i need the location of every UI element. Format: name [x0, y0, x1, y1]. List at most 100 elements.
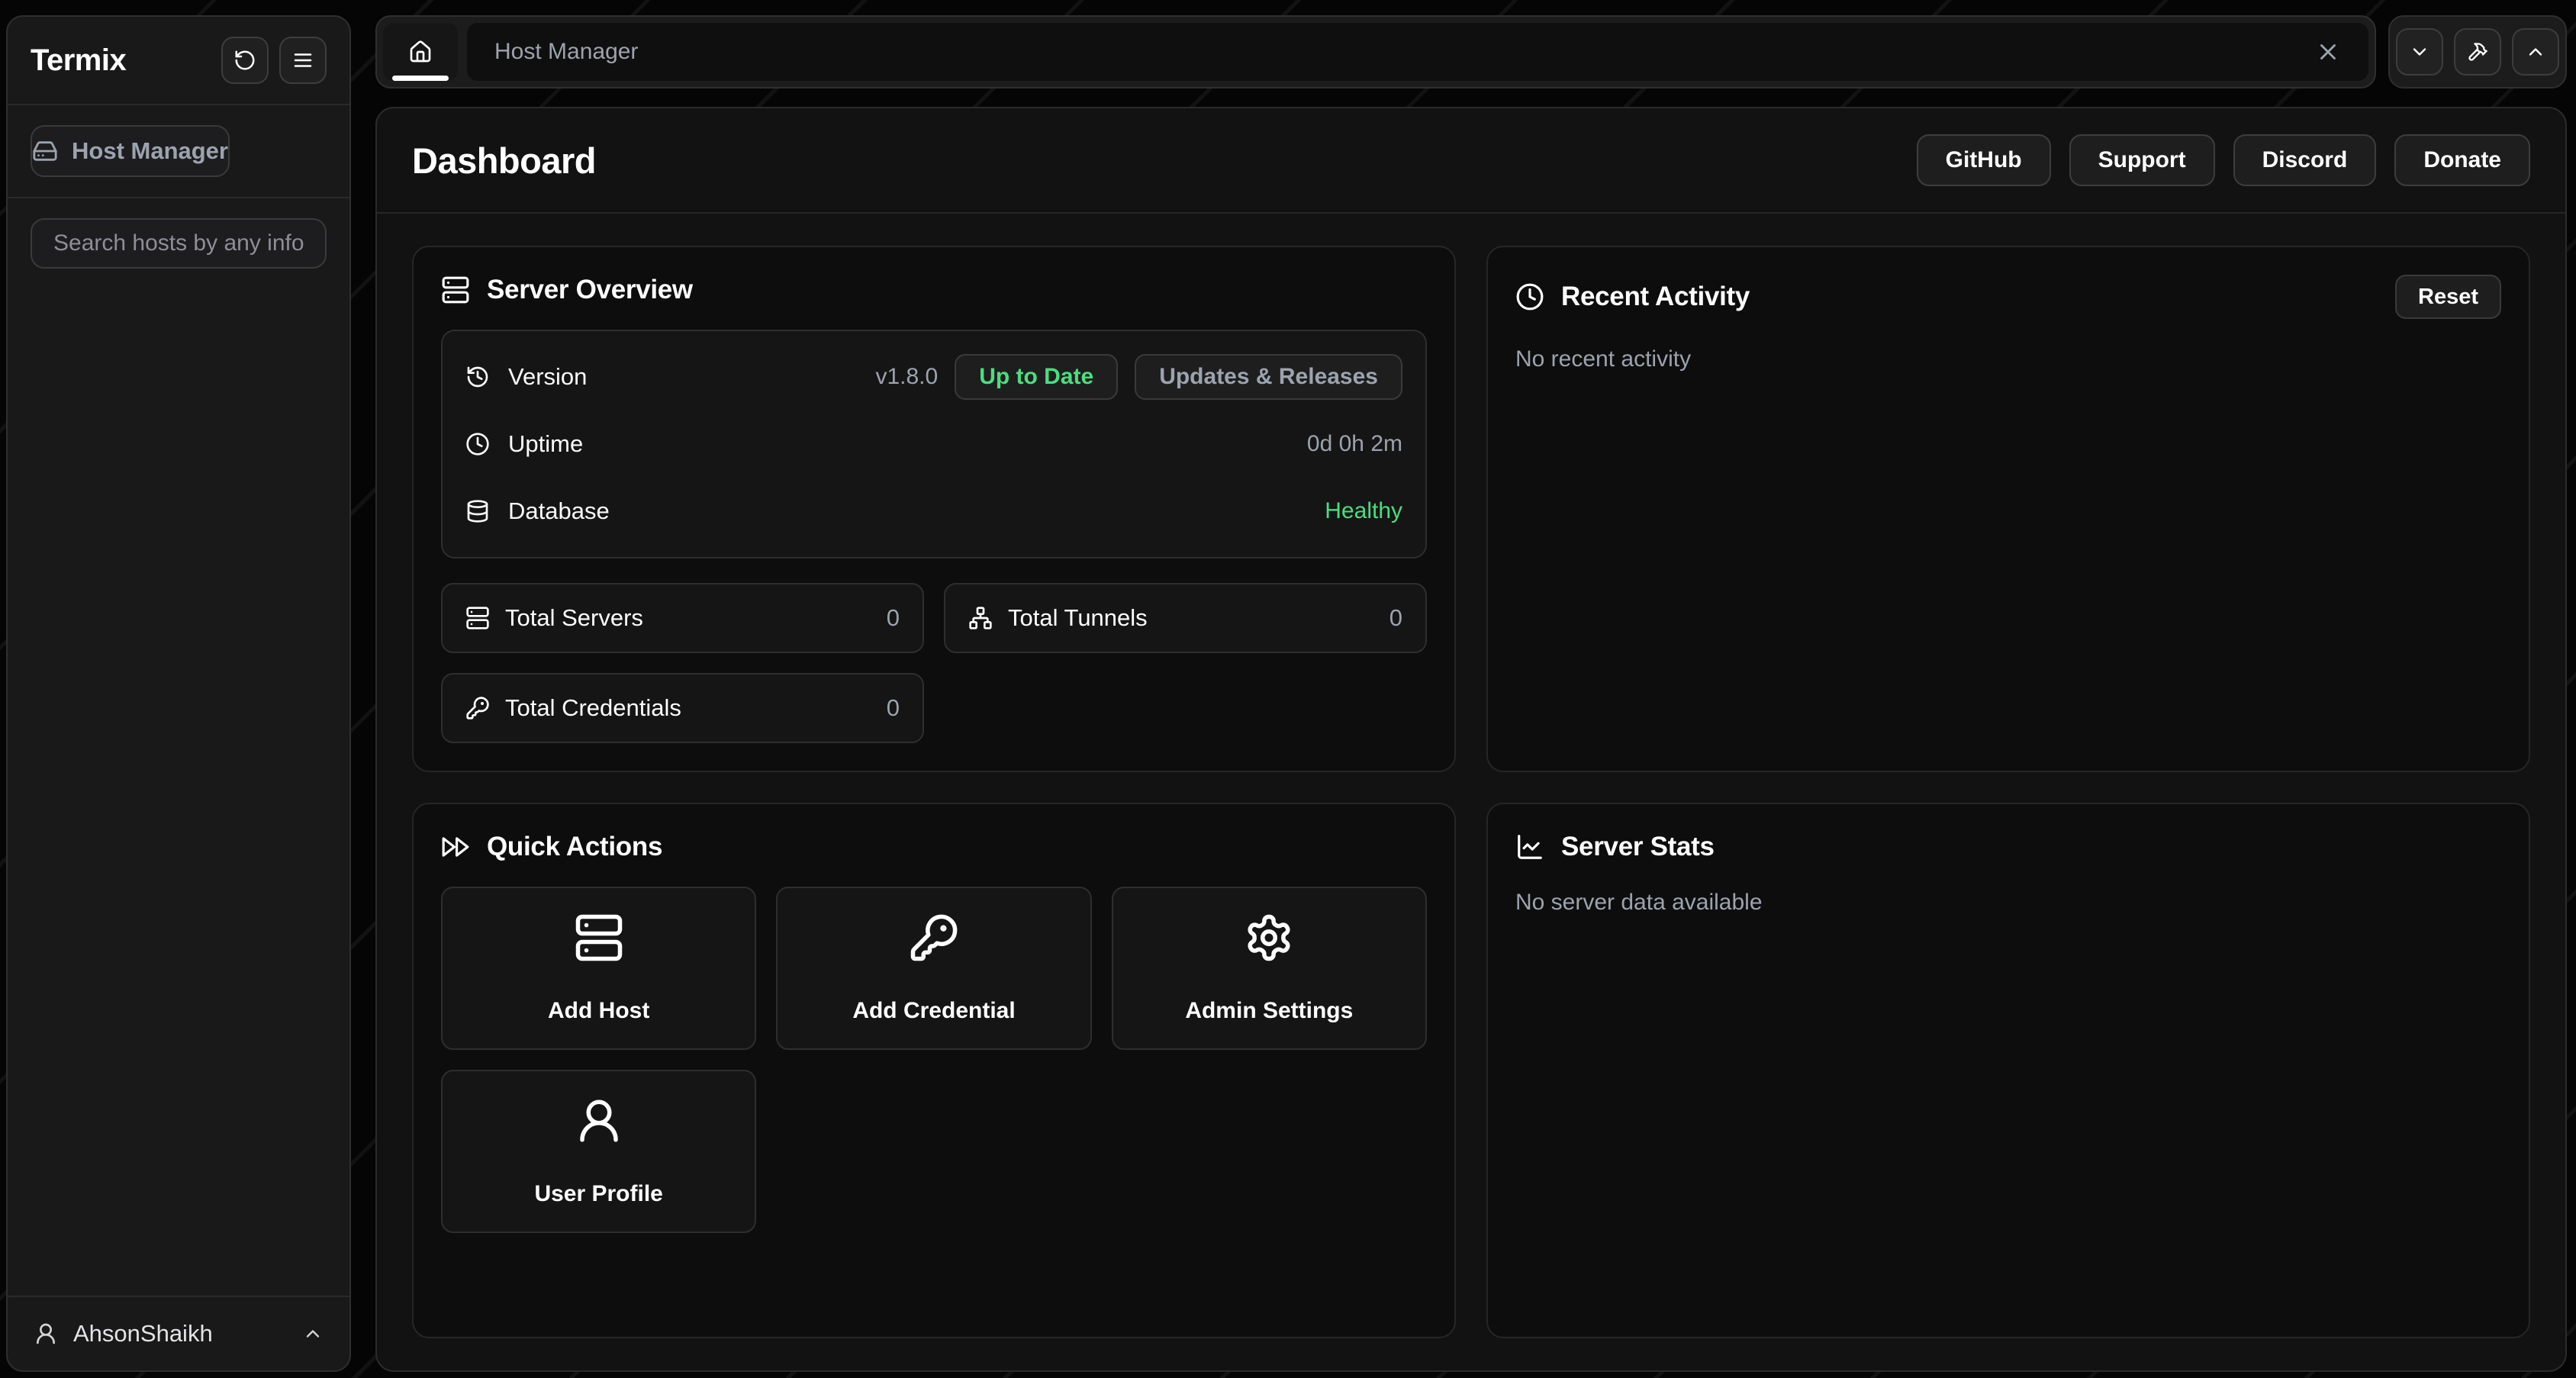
chevron-down-icon	[2409, 41, 2430, 63]
updates-releases-button[interactable]: Updates & Releases	[1135, 354, 1402, 400]
tab-label: Host Manager	[494, 39, 638, 65]
add-host-label: Add Host	[548, 998, 649, 1024]
close-icon[interactable]	[2315, 39, 2341, 65]
dashboard-header: Dashboard GitHub Support Discord Donate	[377, 108, 2565, 214]
total-servers-value: 0	[887, 604, 900, 632]
menu-button[interactable]	[279, 37, 327, 84]
tab-host-manager[interactable]: Host Manager	[467, 23, 2368, 81]
discord-button[interactable]: Discord	[2233, 134, 2377, 186]
card-title: Server Stats	[1561, 832, 1715, 862]
user-icon	[34, 1322, 58, 1346]
key-icon	[465, 696, 490, 720]
user-icon	[574, 1096, 624, 1146]
refresh-button[interactable]	[221, 37, 269, 84]
reset-button[interactable]: Reset	[2395, 275, 2501, 319]
version-label: Version	[508, 363, 587, 391]
home-icon	[408, 40, 433, 64]
status-panel: Version v1.8.0 Up to Date Updates & Rele…	[441, 330, 1427, 559]
sidebar-item-host-manager[interactable]: Host Manager	[31, 125, 230, 177]
totals-grid: Total Servers 0 Total Tunnels 0 Total Cr…	[441, 583, 1427, 743]
chevron-up-icon	[302, 1323, 324, 1344]
donate-button[interactable]: Donate	[2394, 134, 2530, 186]
sidebar-item-label: Host Manager	[72, 137, 228, 165]
uptime-row: Uptime 0d 0h 2m	[465, 411, 1402, 478]
support-button[interactable]: Support	[2069, 134, 2215, 186]
server-icon	[574, 913, 624, 963]
recent-activity-empty-text: No recent activity	[1515, 346, 2501, 372]
total-servers-tile[interactable]: Total Servers 0	[441, 583, 924, 653]
database-right: Healthy	[1325, 498, 1402, 524]
admin-settings-tile[interactable]: Admin Settings	[1112, 887, 1427, 1050]
app-title: Termix	[31, 43, 126, 78]
uptime-right: 0d 0h 2m	[1307, 431, 1402, 457]
card-title: Quick Actions	[487, 832, 662, 862]
add-host-tile[interactable]: Add Host	[441, 887, 756, 1050]
quick-actions-grid: Add Host Add Credential Admin Settings	[441, 887, 1427, 1233]
clock-icon	[1515, 282, 1544, 311]
collapse-up-button[interactable]	[2512, 28, 2559, 76]
header-links: GitHub Support Discord Donate	[1917, 134, 2530, 186]
server-stats-header: Server Stats	[1515, 832, 2501, 862]
chevron-up-icon	[2525, 41, 2546, 63]
gear-icon	[1244, 913, 1294, 963]
card-title: Server Overview	[487, 275, 693, 305]
version-row: Version v1.8.0 Up to Date Updates & Rele…	[465, 343, 1402, 411]
uptime-label: Uptime	[508, 430, 583, 458]
user-profile-tile[interactable]: User Profile	[441, 1070, 756, 1233]
server-overview-header: Server Overview	[441, 275, 1427, 305]
window-controls	[2388, 15, 2567, 89]
history-icon	[465, 365, 490, 389]
dashboard-content: Server Overview Version v1.8.0 Up to Dat…	[377, 214, 2565, 1370]
clock-icon	[465, 432, 490, 456]
server-stats-empty-text: No server data available	[1515, 890, 2501, 916]
tools-button[interactable]	[2454, 28, 2501, 76]
main-panel: Dashboard GitHub Support Discord Donate …	[375, 107, 2567, 1372]
server-icon	[465, 606, 490, 630]
admin-settings-label: Admin Settings	[1185, 998, 1353, 1024]
version-value: v1.8.0	[875, 364, 938, 390]
add-credential-label: Add Credential	[852, 998, 1015, 1024]
recent-activity-header: Recent Activity Reset	[1515, 275, 2501, 319]
tab-home[interactable]	[383, 23, 458, 81]
sidebar-header-actions	[221, 37, 327, 84]
database-label: Database	[508, 497, 610, 525]
total-servers-label: Total Servers	[505, 604, 643, 632]
chart-line-icon	[1515, 832, 1544, 861]
user-profile-label: User Profile	[534, 1181, 662, 1207]
card-title: Recent Activity	[1561, 282, 1750, 312]
collapse-down-button[interactable]	[2396, 28, 2443, 76]
tab-bar: Host Manager	[375, 15, 2376, 89]
total-tunnels-label: Total Tunnels	[1008, 604, 1148, 632]
github-button[interactable]: GitHub	[1917, 134, 2051, 186]
total-credentials-label: Total Credentials	[505, 694, 681, 722]
hard-drive-icon	[32, 138, 58, 164]
menu-icon	[291, 49, 314, 72]
database-icon	[465, 499, 490, 523]
hammer-icon	[2467, 41, 2488, 63]
total-tunnels-tile[interactable]: Total Tunnels 0	[944, 583, 1427, 653]
version-right: v1.8.0 Up to Date Updates & Releases	[875, 354, 1402, 400]
fast-forward-icon	[441, 832, 470, 861]
server-stats-card: Server Stats No server data available	[1486, 803, 2530, 1338]
page-title: Dashboard	[412, 140, 596, 182]
database-row: Database Healthy	[465, 478, 1402, 545]
database-status: Healthy	[1325, 498, 1402, 524]
quick-actions-header: Quick Actions	[441, 832, 1427, 862]
recent-activity-card: Recent Activity Reset No recent activity	[1486, 246, 2530, 772]
sidebar-search-section	[8, 198, 349, 288]
rotate-ccw-icon	[233, 49, 256, 72]
sidebar-nav-section: Host Manager	[8, 105, 349, 197]
total-credentials-tile[interactable]: Total Credentials 0	[441, 673, 924, 743]
total-tunnels-value: 0	[1389, 604, 1402, 632]
search-input[interactable]	[31, 218, 327, 269]
add-credential-tile[interactable]: Add Credential	[776, 887, 1091, 1050]
network-icon	[968, 606, 993, 630]
quick-actions-card: Quick Actions Add Host Add Credential	[412, 803, 1456, 1338]
server-icon	[441, 275, 470, 304]
key-icon	[909, 913, 959, 963]
up-to-date-badge[interactable]: Up to Date	[955, 354, 1118, 400]
user-menu[interactable]: AhsonShaikh	[8, 1296, 349, 1370]
server-overview-card: Server Overview Version v1.8.0 Up to Dat…	[412, 246, 1456, 772]
sidebar-spacer	[8, 288, 349, 1296]
sidebar-header: Termix	[8, 17, 349, 104]
